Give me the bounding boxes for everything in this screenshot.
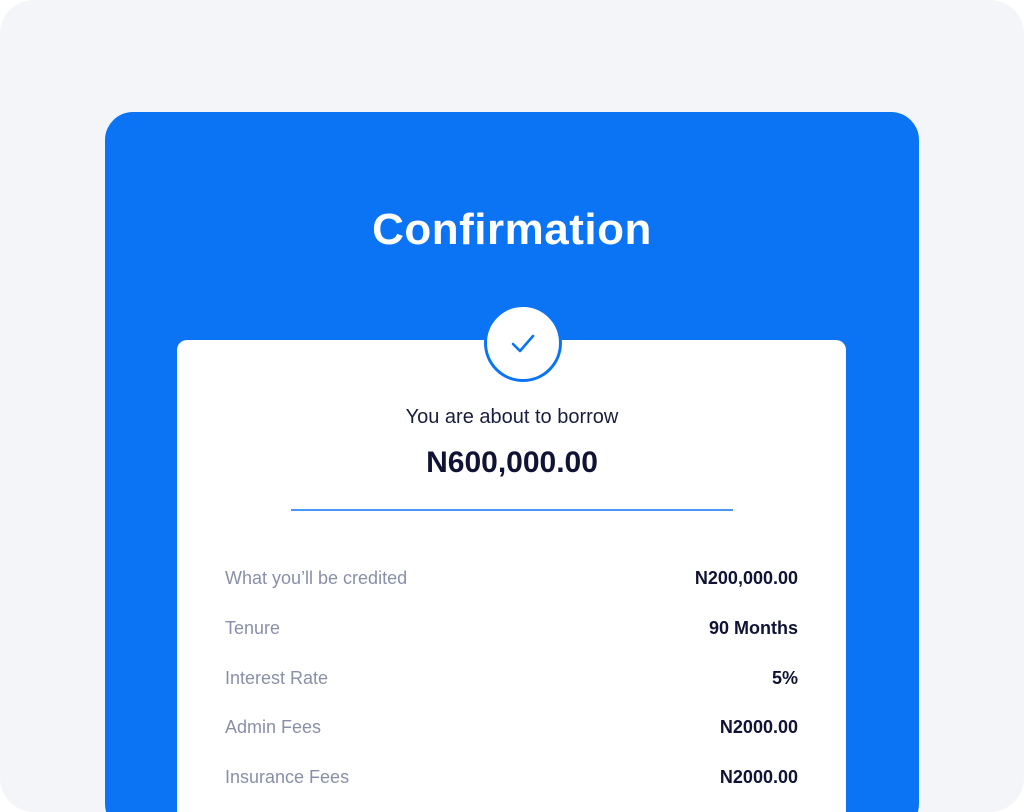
detail-value: 90 Months xyxy=(708,617,798,638)
detail-row-admin-fees: Admin Fees N2000.00 xyxy=(225,714,798,740)
detail-row-interest-rate: Interest Rate 5% xyxy=(225,665,798,691)
detail-label: Insurance Fees xyxy=(225,766,350,787)
borrow-label: You are about to borrow xyxy=(405,406,619,428)
detail-value: N2000.00 xyxy=(719,716,798,737)
page-title: Confirmation xyxy=(372,205,652,254)
check-icon xyxy=(511,334,535,353)
detail-label: Interest Rate xyxy=(225,667,329,688)
detail-row-credited: What you’ll be credited N200,000.00 xyxy=(225,565,798,591)
success-badge xyxy=(484,304,562,382)
borrow-amount: N600,000.00 xyxy=(426,446,598,479)
detail-label: What you’ll be credited xyxy=(225,567,408,588)
detail-label: Admin Fees xyxy=(225,716,322,737)
detail-value: 5% xyxy=(771,667,798,688)
detail-row-insurance-fees: Insurance Fees N2000.00 xyxy=(225,764,798,790)
detail-value: N2000.00 xyxy=(719,766,798,787)
detail-label: Tenure xyxy=(225,617,281,638)
divider xyxy=(291,509,733,511)
detail-value: N200,000.00 xyxy=(694,567,798,588)
detail-row-tenure: Tenure 90 Months xyxy=(225,615,798,641)
app-background: Confirmation You are about to borrow N60… xyxy=(0,0,1024,812)
